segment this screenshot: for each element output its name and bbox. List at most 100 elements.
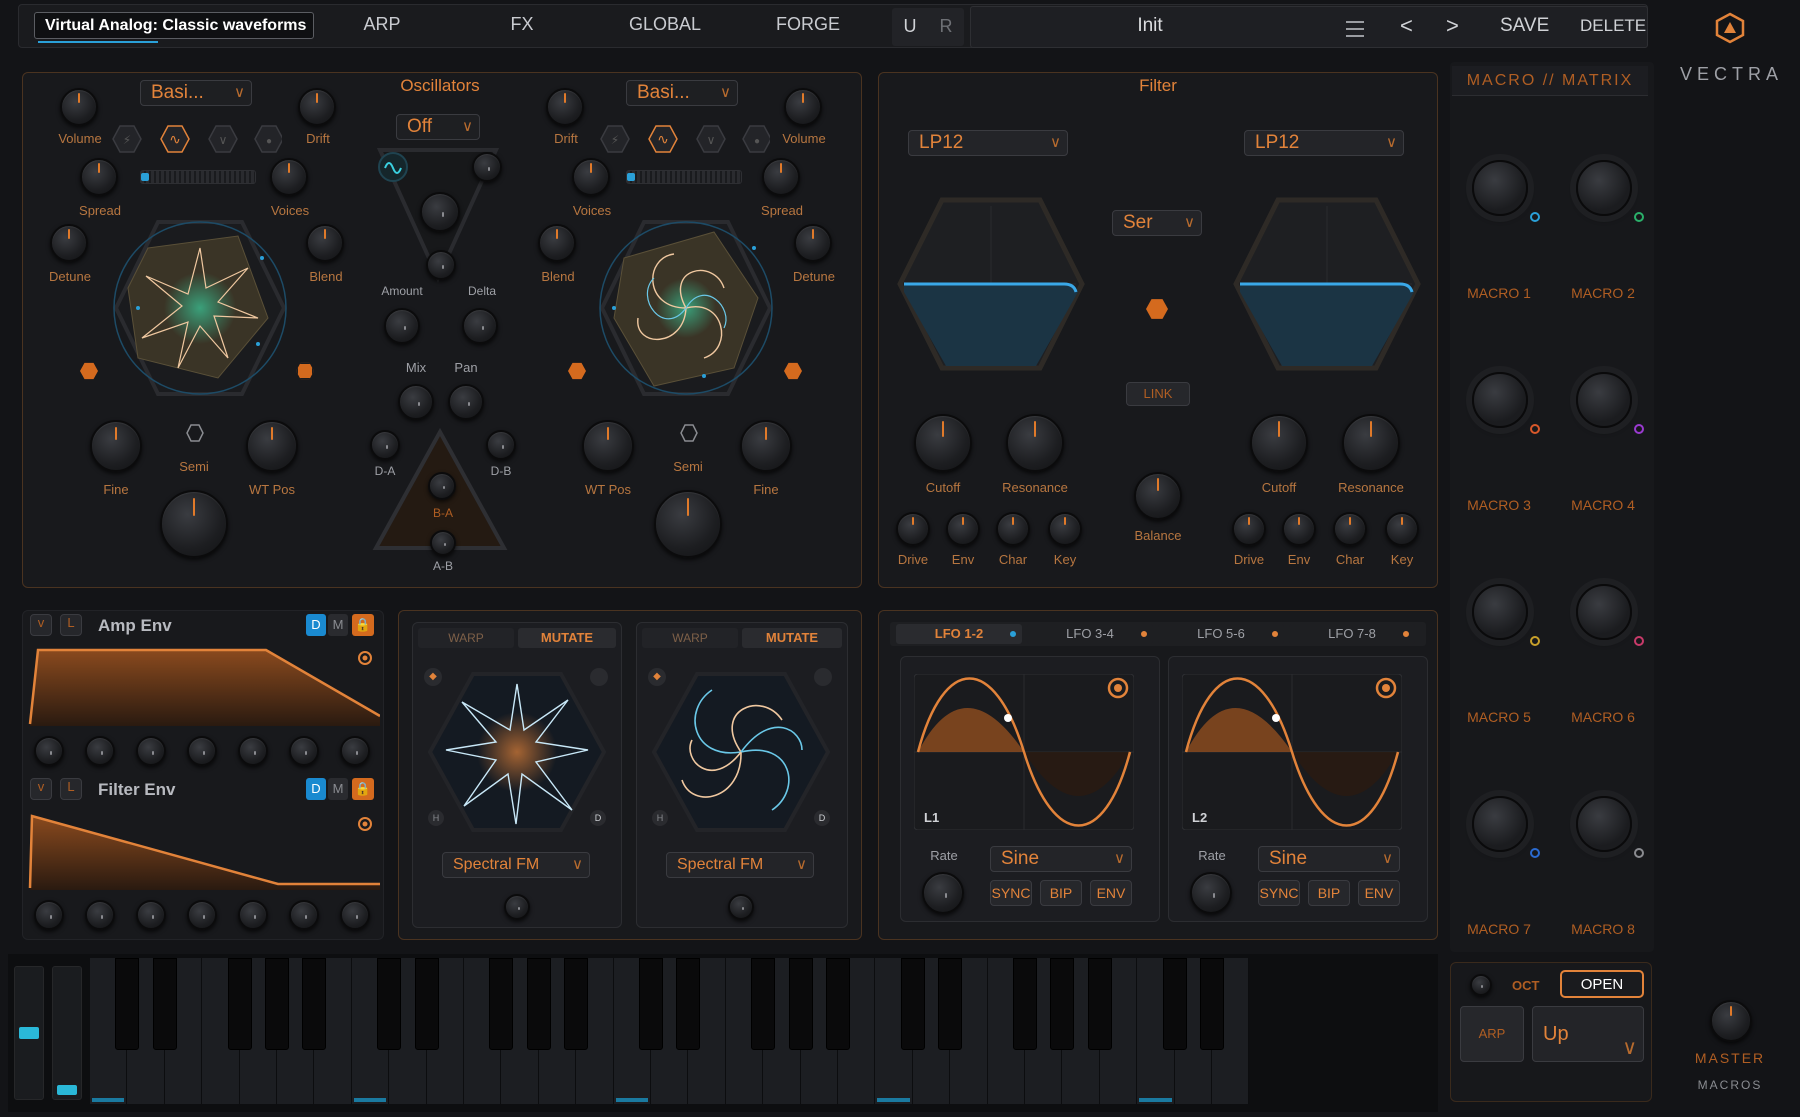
filter-env-knob-4[interactable] xyxy=(187,900,217,930)
warp-a-mode-select[interactable]: Spectral FM ∨ xyxy=(442,852,590,878)
black-key[interactable] xyxy=(788,958,813,1050)
sine-wave-icon[interactable] xyxy=(378,152,408,182)
amp-env-knob-6[interactable] xyxy=(289,736,319,766)
tab-global[interactable]: GLOBAL xyxy=(615,14,715,35)
black-key[interactable] xyxy=(1087,958,1112,1050)
osc1-drift-knob[interactable] xyxy=(298,88,336,126)
oct-knob[interactable] xyxy=(1470,974,1492,996)
lfo-tab-4[interactable]: LFO 7-8 xyxy=(1289,624,1415,644)
filter2-key-knob[interactable] xyxy=(1385,512,1419,546)
black-key[interactable] xyxy=(414,958,439,1050)
macro-8-color-dot[interactable] xyxy=(1634,848,1644,858)
redo-button[interactable]: R xyxy=(934,16,958,37)
filter-env-knob-2[interactable] xyxy=(85,900,115,930)
amp-env-m-button[interactable]: M xyxy=(328,614,348,636)
warp-a-warp-tab[interactable]: WARP xyxy=(418,628,514,648)
mod-bottom-knob[interactable] xyxy=(426,250,456,280)
black-key[interactable] xyxy=(265,958,289,1050)
black-key[interactable] xyxy=(826,958,850,1050)
save-button[interactable]: SAVE xyxy=(1500,15,1549,37)
mod-top-right-knob[interactable] xyxy=(472,152,502,182)
amp-env-knob-7[interactable] xyxy=(340,736,370,766)
amp-env-l-button[interactable]: L xyxy=(60,614,82,636)
filter2-type-select[interactable]: LP12 ∨ xyxy=(1244,130,1404,156)
lfo-tab-1[interactable]: LFO 1-2 xyxy=(896,624,1022,644)
black-key[interactable] xyxy=(302,958,327,1050)
delta-knob[interactable] xyxy=(462,308,498,344)
lfo2-shape-select[interactable]: Sine ∨ xyxy=(1258,846,1400,872)
osc1-wtpos-knob[interactable] xyxy=(246,420,298,472)
amp-env-knob-3[interactable] xyxy=(136,736,166,766)
macro-3-color-dot[interactable] xyxy=(1530,424,1540,434)
osc1-detune-knob[interactable] xyxy=(50,224,88,262)
lfo2-env-button[interactable]: ENV xyxy=(1358,880,1400,906)
filter-balance-knob[interactable] xyxy=(1134,472,1182,520)
mix-knob[interactable] xyxy=(398,384,434,420)
lfo1-waveform-display[interactable] xyxy=(913,673,1135,831)
osc1-volume-knob[interactable] xyxy=(60,88,98,126)
amp-env-v-button[interactable]: v xyxy=(30,614,52,636)
amp-env-knob-4[interactable] xyxy=(187,736,217,766)
filter-env-knob-7[interactable] xyxy=(340,900,370,930)
macro-1-knob[interactable] xyxy=(1472,160,1528,216)
osc2-detune-knob[interactable] xyxy=(794,224,832,262)
black-key[interactable] xyxy=(1013,958,1037,1050)
macro-2-knob[interactable] xyxy=(1576,160,1632,216)
filter-env-v-button[interactable]: v xyxy=(30,778,52,800)
filter2-drive-knob[interactable] xyxy=(1232,512,1266,546)
black-key[interactable] xyxy=(115,958,140,1050)
amp-env-lock-icon[interactable]: 🔒 xyxy=(352,614,374,636)
amp-env-graph[interactable] xyxy=(28,644,381,726)
lfo1-sync-button[interactable]: SYNC xyxy=(990,880,1032,906)
macro-6-color-dot[interactable] xyxy=(1634,636,1644,646)
osc1-voices-knob[interactable] xyxy=(270,158,308,196)
filter2-resonance-knob[interactable] xyxy=(1342,414,1400,472)
osc1-wavetable-visualizer[interactable] xyxy=(108,218,292,398)
warp-b-amount-knob[interactable] xyxy=(728,894,754,920)
osc1-semi-hex-icon[interactable] xyxy=(186,424,204,442)
black-key[interactable] xyxy=(751,958,776,1050)
osc1-semi-knob[interactable] xyxy=(160,490,228,558)
ba-knob[interactable] xyxy=(428,472,456,500)
arp-mode-select[interactable]: Up ∨ xyxy=(1532,1006,1644,1062)
macro-5-color-dot[interactable] xyxy=(1530,636,1540,646)
master-knob[interactable] xyxy=(1710,1000,1752,1042)
filter-env-l-button[interactable]: L xyxy=(60,778,82,800)
black-key[interactable] xyxy=(152,958,177,1050)
osc1-wave-select[interactable]: Basi... ∨ xyxy=(140,80,252,106)
filter-env-knob-6[interactable] xyxy=(289,900,319,930)
filter1-char-knob[interactable] xyxy=(996,512,1030,546)
amp-env-d-button[interactable]: D xyxy=(306,614,326,636)
filter-env-m-button[interactable]: M xyxy=(328,778,348,800)
black-key[interactable] xyxy=(526,958,551,1050)
hamburger-icon[interactable] xyxy=(1346,18,1364,38)
warp-b-mutate-tab[interactable]: MUTATE xyxy=(742,628,842,648)
delete-button[interactable]: DELETE xyxy=(1580,16,1646,36)
macro-matrix-title[interactable]: MACRO // MATRIX xyxy=(1452,66,1648,96)
amp-env-knob-1[interactable] xyxy=(34,736,64,766)
macro-6-knob[interactable] xyxy=(1576,584,1632,640)
filter1-type-select[interactable]: LP12 ∨ xyxy=(908,130,1068,156)
lfo2-waveform-display[interactable] xyxy=(1181,673,1403,831)
osc1-blend-knob[interactable] xyxy=(306,224,344,262)
filter-env-d-button[interactable]: D xyxy=(306,778,326,800)
filter2-env-knob[interactable] xyxy=(1282,512,1316,546)
da-knob[interactable] xyxy=(370,430,400,460)
undo-button[interactable]: U xyxy=(898,16,922,37)
pitch-wheel[interactable] xyxy=(14,966,44,1100)
osc1-unison-slider[interactable] xyxy=(140,170,256,184)
filter1-response-display[interactable] xyxy=(896,196,1086,372)
filter1-cutoff-knob[interactable] xyxy=(914,414,972,472)
black-key[interactable] xyxy=(1050,958,1075,1050)
amp-env-knob-5[interactable] xyxy=(238,736,268,766)
black-key[interactable] xyxy=(676,958,701,1050)
macro-7-color-dot[interactable] xyxy=(1530,848,1540,858)
osc2-wave-select[interactable]: Basi... ∨ xyxy=(626,80,738,106)
filter-env-lock-icon[interactable]: 🔒 xyxy=(352,778,374,800)
filter-link-button[interactable]: LINK xyxy=(1126,382,1190,406)
osc2-spread-knob[interactable] xyxy=(762,158,800,196)
ab-knob[interactable] xyxy=(430,530,456,556)
macro-5-knob[interactable] xyxy=(1472,584,1528,640)
warp-b-warp-tab[interactable]: WARP xyxy=(642,628,738,648)
amp-env-knob-2[interactable] xyxy=(85,736,115,766)
